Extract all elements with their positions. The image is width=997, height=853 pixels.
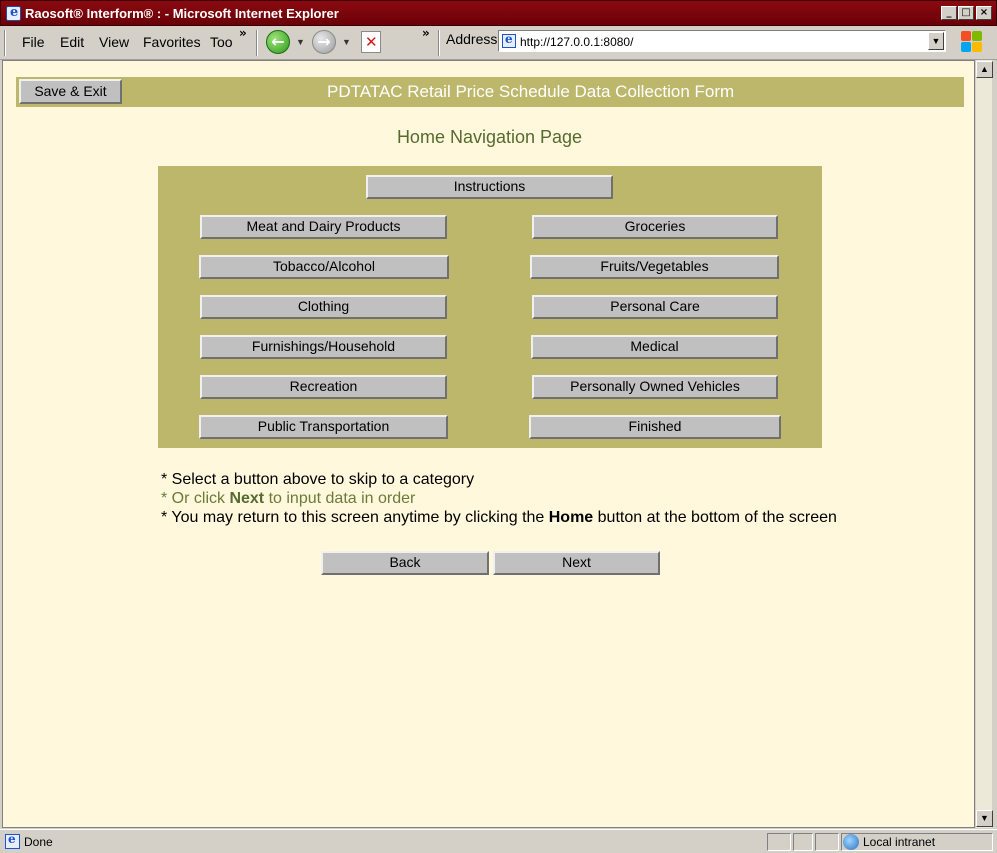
status-bar: Done Local intranet — [0, 829, 997, 853]
menu-view[interactable]: View — [99, 34, 129, 50]
clothing-button[interactable]: Clothing — [200, 295, 447, 319]
next-button[interactable]: Next — [493, 551, 660, 575]
address-url[interactable]: http://127.0.0.1:8080/ — [520, 35, 633, 49]
address-bar[interactable]: http://127.0.0.1:8080/ ▼ — [498, 30, 946, 52]
personally-owned-vehicles-button[interactable]: Personally Owned Vehicles — [532, 375, 778, 399]
back-arrow-icon[interactable]: ← — [266, 30, 290, 54]
instructions-notes: * Select a button above to skip to a cat… — [161, 470, 837, 527]
minimize-button[interactable]: _ — [941, 6, 957, 20]
page-content: Save & Exit PDTATAC Retail Price Schedul… — [2, 60, 975, 828]
title-bar: Raosoft® Interform® : - Microsoft Intern… — [0, 0, 997, 26]
page-done-icon — [5, 832, 20, 849]
local-intranet-icon — [843, 834, 859, 850]
windows-logo-icon — [960, 30, 984, 54]
fruits-vegetables-button[interactable]: Fruits/Vegetables — [530, 255, 779, 279]
menu-favorites[interactable]: Favorites — [143, 34, 201, 50]
forward-dropdown-icon[interactable]: ▼ — [342, 37, 351, 47]
toolbar-chevron-icon[interactable]: » — [422, 26, 430, 40]
scroll-down-icon[interactable]: ▼ — [976, 810, 993, 827]
recreation-button[interactable]: Recreation — [200, 375, 447, 399]
back-button[interactable]: Back — [321, 551, 489, 575]
ie-icon — [6, 5, 21, 21]
status-panel — [767, 833, 791, 851]
vertical-scrollbar[interactable]: ▲ ▼ — [975, 60, 993, 828]
note-return-home: * You may return to this screen anytime … — [161, 509, 837, 526]
furnishings-household-button[interactable]: Furnishings/Household — [200, 335, 447, 359]
toolbar: File Edit View Favorites Too » ← ▼ → ▼ ✕… — [0, 26, 997, 60]
status-panel — [815, 833, 839, 851]
finished-button[interactable]: Finished — [529, 415, 781, 439]
form-title: PDTATAC Retail Price Schedule Data Colle… — [327, 82, 735, 101]
maximize-button[interactable]: □ — [958, 6, 974, 20]
save-exit-button[interactable]: Save & Exit — [19, 79, 122, 104]
toolbar-grip — [4, 30, 6, 56]
note-click-next: * Or click Next to input data in order — [161, 490, 416, 507]
menu-edit[interactable]: Edit — [60, 34, 84, 50]
instructions-button[interactable]: Instructions — [366, 175, 613, 199]
personal-care-button[interactable]: Personal Care — [532, 295, 778, 319]
medical-button[interactable]: Medical — [531, 335, 778, 359]
address-dropdown-icon[interactable]: ▼ — [928, 32, 944, 50]
stop-icon[interactable]: ✕ — [361, 31, 381, 53]
note-select-category: * Select a button above to skip to a cat… — [161, 471, 475, 488]
toolbar-separator — [256, 30, 258, 56]
public-transportation-button[interactable]: Public Transportation — [199, 415, 448, 439]
menu-tools[interactable]: Too — [210, 34, 233, 50]
scroll-up-icon[interactable]: ▲ — [976, 61, 993, 78]
menu-chevron-icon[interactable]: » — [239, 26, 247, 40]
back-dropdown-icon[interactable]: ▼ — [296, 37, 305, 47]
address-label: Address — [446, 31, 498, 47]
page-icon — [502, 32, 516, 48]
status-panel — [793, 833, 813, 851]
forward-arrow-icon[interactable]: → — [312, 30, 336, 54]
tobacco-alcohol-button[interactable]: Tobacco/Alcohol — [199, 255, 449, 279]
zone-text: Local intranet — [863, 835, 936, 849]
page-subtitle: Home Navigation Page — [396, 127, 583, 147]
close-button[interactable]: × — [976, 6, 992, 20]
groceries-button[interactable]: Groceries — [532, 215, 778, 239]
form-header: Save & Exit PDTATAC Retail Price Schedul… — [16, 77, 964, 107]
category-nav-panel: Instructions Meat and Dairy Products Gro… — [158, 166, 822, 448]
meat-dairy-button[interactable]: Meat and Dairy Products — [200, 215, 447, 239]
menu-file[interactable]: File — [22, 34, 45, 50]
address-separator — [438, 30, 440, 56]
window-title: Raosoft® Interform® : - Microsoft Intern… — [25, 6, 339, 21]
status-text: Done — [24, 835, 53, 849]
